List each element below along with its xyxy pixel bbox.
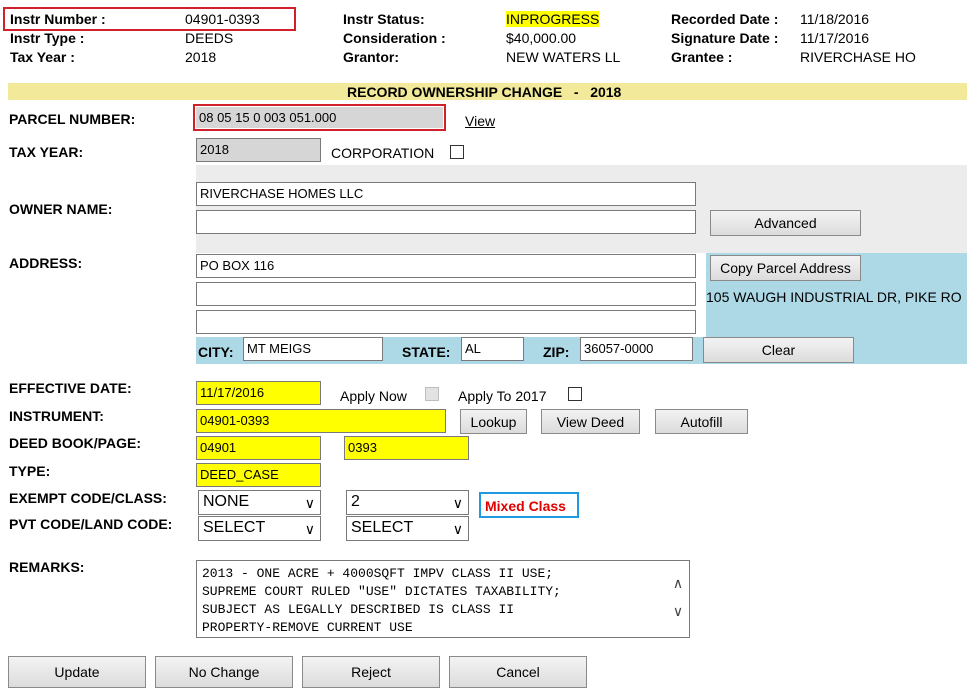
update-button[interactable]: Update bbox=[8, 656, 146, 688]
instr-type-label: Instr Type : bbox=[10, 30, 85, 46]
recorded-date-value: 11/18/2016 bbox=[800, 11, 870, 27]
tax-year-header-value: 2018 bbox=[185, 49, 217, 65]
instrument-label: INSTRUMENT: bbox=[9, 408, 104, 424]
instr-status-label: Instr Status: bbox=[343, 11, 425, 27]
tax-year-input[interactable]: 2018 bbox=[196, 138, 321, 162]
exempt-code-select[interactable]: NONE ∨ bbox=[198, 490, 321, 515]
exempt-class-select[interactable]: 2 ∨ bbox=[346, 490, 469, 515]
pvt-code-select[interactable]: SELECT ∨ bbox=[198, 516, 321, 541]
apply-to-checkbox[interactable] bbox=[568, 387, 582, 401]
copy-parcel-address-button[interactable]: Copy Parcel Address bbox=[710, 255, 861, 281]
pvt-land-code-label: PVT CODE/LAND CODE: bbox=[9, 516, 173, 532]
deed-book-input[interactable]: 04901 bbox=[196, 436, 321, 460]
remarks-textarea[interactable]: 2013 - ONE ACRE + 4000SQFT IMPV CLASS II… bbox=[196, 560, 690, 638]
instr-number-label: Instr Number : bbox=[10, 11, 106, 27]
remarks-label: REMARKS: bbox=[9, 559, 85, 575]
apply-now-label: Apply Now bbox=[340, 388, 407, 404]
grantee-value: RIVERCHASE HO bbox=[800, 49, 916, 65]
address-line1[interactable]: PO BOX 116 bbox=[196, 254, 696, 278]
effective-date-input[interactable]: 11/17/2016 bbox=[196, 381, 321, 405]
chevron-down-icon: ∨ bbox=[452, 521, 463, 537]
scroll-down-icon[interactable]: ∨ bbox=[670, 603, 686, 620]
clear-button[interactable]: Clear bbox=[703, 337, 854, 363]
effective-date-label: EFFECTIVE DATE: bbox=[9, 380, 132, 396]
parcel-number-input[interactable]: 08 05 15 0 003 051.000 bbox=[196, 107, 443, 128]
tax-year-header-label: Tax Year : bbox=[10, 49, 75, 65]
owner-name-line1[interactable]: RIVERCHASE HOMES LLC bbox=[196, 182, 696, 206]
reject-button[interactable]: Reject bbox=[302, 656, 440, 688]
apply-now-checkbox[interactable] bbox=[425, 387, 439, 401]
pvt-code-value: SELECT bbox=[203, 519, 266, 536]
type-input[interactable]: DEED_CASE bbox=[196, 463, 321, 487]
autofill-button[interactable]: Autofill bbox=[655, 409, 748, 434]
city-input[interactable]: MT MEIGS bbox=[243, 337, 383, 361]
address-label: ADDRESS: bbox=[9, 255, 83, 271]
state-input[interactable]: AL bbox=[461, 337, 524, 361]
address-line2[interactable] bbox=[196, 282, 696, 306]
parcel-view-link[interactable]: View bbox=[465, 113, 495, 129]
grantor-label: Grantor: bbox=[343, 49, 399, 65]
exempt-class-value: 2 bbox=[351, 493, 360, 510]
instr-type-value: DEEDS bbox=[185, 30, 234, 46]
view-deed-button[interactable]: View Deed bbox=[541, 409, 640, 434]
instr-status-value: INPROGRESS bbox=[506, 11, 600, 27]
scroll-up-icon[interactable]: ∧ bbox=[670, 575, 686, 592]
land-code-select[interactable]: SELECT ∨ bbox=[346, 516, 469, 541]
land-code-value: SELECT bbox=[351, 519, 414, 536]
chevron-down-icon: ∨ bbox=[452, 495, 463, 511]
apply-to-label: Apply To 2017 bbox=[458, 388, 547, 404]
city-label: CITY: bbox=[198, 344, 234, 360]
consideration-value: $40,000.00 bbox=[506, 30, 577, 46]
recorded-date-label: Recorded Date : bbox=[671, 11, 779, 27]
tax-year-label: TAX YEAR: bbox=[9, 144, 84, 160]
consideration-label: Consideration : bbox=[343, 30, 446, 46]
lookup-button[interactable]: Lookup bbox=[460, 409, 527, 434]
exempt-code-class-label: EXEMPT CODE/CLASS: bbox=[9, 490, 167, 506]
parcel-address-text: 105 WAUGH INDUSTRIAL DR, PIKE RO bbox=[706, 289, 962, 305]
owner-panel bbox=[196, 165, 967, 253]
instrument-input[interactable]: 04901-0393 bbox=[196, 409, 446, 433]
deed-book-page-label: DEED BOOK/PAGE: bbox=[9, 435, 141, 451]
grantee-label: Grantee : bbox=[671, 49, 733, 65]
signature-date-value: 11/17/2016 bbox=[800, 30, 870, 46]
chevron-down-icon: ∨ bbox=[304, 521, 315, 537]
owner-name-line2[interactable] bbox=[196, 210, 696, 234]
signature-date-label: Signature Date : bbox=[671, 30, 779, 46]
zip-label: ZIP: bbox=[543, 344, 570, 360]
section-title: RECORD OWNERSHIP CHANGE - 2018 bbox=[347, 84, 622, 100]
deed-page-input[interactable]: 0393 bbox=[344, 436, 469, 460]
owner-name-label: OWNER NAME: bbox=[9, 201, 113, 217]
exempt-code-value: NONE bbox=[203, 493, 250, 510]
address-line3[interactable] bbox=[196, 310, 696, 334]
no-change-button[interactable]: No Change bbox=[155, 656, 293, 688]
chevron-down-icon: ∨ bbox=[304, 495, 315, 511]
cancel-button[interactable]: Cancel bbox=[449, 656, 587, 688]
advanced-button[interactable]: Advanced bbox=[710, 210, 861, 236]
instr-number-value: 04901-0393 bbox=[185, 11, 260, 27]
type-label: TYPE: bbox=[9, 463, 51, 479]
zip-input[interactable]: 36057-0000 bbox=[580, 337, 693, 361]
corporation-checkbox[interactable] bbox=[450, 145, 464, 159]
state-label: STATE: bbox=[402, 344, 451, 360]
corporation-label: CORPORATION bbox=[331, 145, 435, 161]
parcel-number-label: PARCEL NUMBER: bbox=[9, 111, 136, 127]
grantor-value: NEW WATERS LL bbox=[506, 49, 621, 65]
mixed-class-text: Mixed Class bbox=[485, 498, 566, 514]
